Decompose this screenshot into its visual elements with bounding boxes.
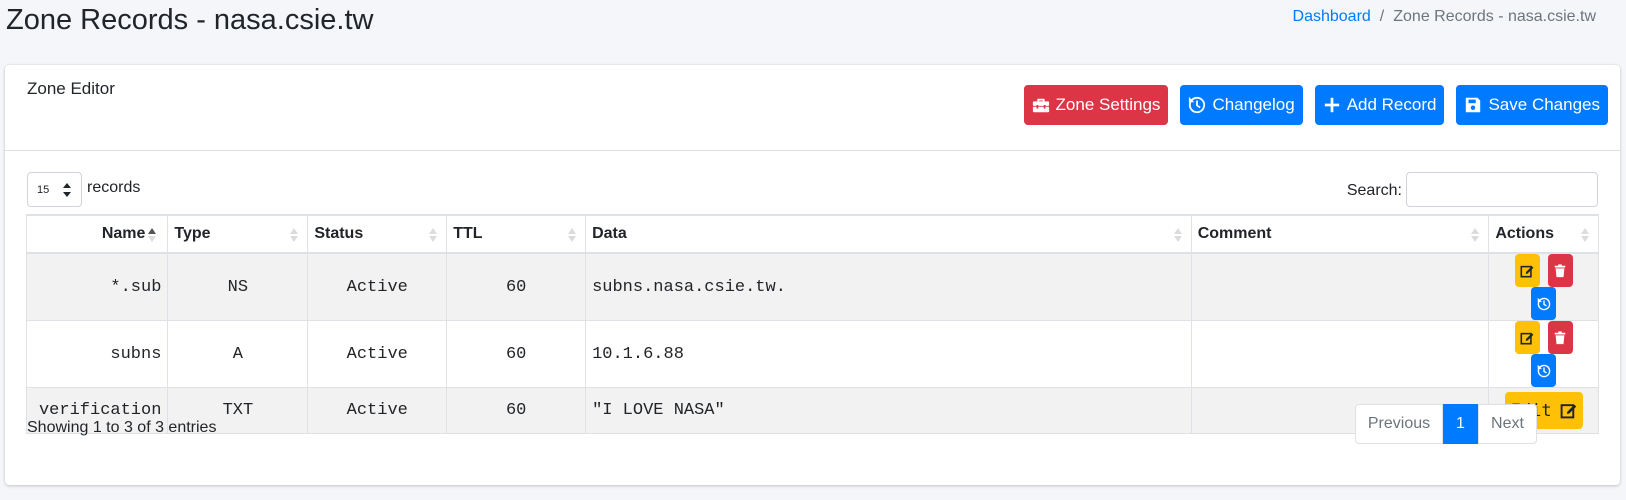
sort-icon (1173, 228, 1182, 242)
column-header-data[interactable]: Data (585, 214, 1192, 254)
history-icon (1189, 96, 1206, 114)
toolbox-icon (1032, 98, 1049, 113)
add-record-label: Add Record (1346, 95, 1437, 114)
sort-icon (1471, 228, 1480, 242)
cell-data: 10.1.6.88 (585, 320, 1192, 388)
cell-actions (1488, 252, 1599, 321)
table-row: subns A Active 60 10.1.6.88 (25, 320, 1599, 388)
column-header-name[interactable]: Name (25, 214, 169, 254)
table-controls: 15 records Search: (27, 172, 1598, 208)
history-icon (1537, 364, 1550, 377)
search-input[interactable] (1406, 172, 1598, 207)
cell-comment (1190, 320, 1490, 388)
search-label: Search: (1346, 182, 1402, 199)
cell-status: Active (307, 320, 448, 388)
page-length-label: records (87, 179, 141, 196)
delete-record-button[interactable] (1547, 321, 1573, 354)
select-arrows-icon (63, 183, 71, 197)
card-tools: Zone Settings Changelog Add Record Save … (1023, 85, 1608, 125)
page-length-select[interactable]: 15 (27, 172, 82, 207)
history-icon (1537, 297, 1550, 310)
plus-icon (1324, 97, 1339, 113)
trash-icon (1554, 330, 1566, 344)
cell-ttl: 60 (446, 320, 587, 388)
cell-data: "I LOVE NASA" (585, 387, 1192, 434)
changelog-button[interactable]: Changelog (1180, 85, 1303, 125)
save-changes-label: Save Changes (1488, 95, 1600, 114)
table-info: Showing 1 to 3 of 3 entries (27, 419, 217, 436)
record-history-button[interactable] (1531, 354, 1557, 387)
zone-settings-button[interactable]: Zone Settings (1023, 85, 1169, 125)
table-header-row: Name Type Status TTL Data Comment Action… (25, 214, 1599, 254)
edit-icon (1520, 265, 1534, 277)
cell-ttl: 60 (446, 252, 587, 321)
pagination: Previous 1 Next (1355, 404, 1537, 444)
sort-asc-icon (148, 228, 157, 242)
edit-icon (1520, 332, 1534, 344)
cell-type: NS (167, 252, 309, 321)
card-title: Zone Editor (27, 79, 115, 98)
cell-data: subns.nasa.csie.tw. (585, 252, 1192, 321)
edit-record-button[interactable] (1514, 254, 1540, 287)
breadcrumb-current: Zone Records - nasa.csie.tw (1393, 8, 1596, 25)
zone-settings-label: Zone Settings (1055, 95, 1161, 114)
column-header-ttl[interactable]: TTL (446, 214, 587, 254)
edit-icon (1560, 404, 1576, 419)
cell-comment (1190, 252, 1490, 321)
add-record-button[interactable]: Add Record (1314, 85, 1445, 125)
cell-status: Active (307, 387, 448, 434)
sort-icon (290, 228, 299, 242)
page-length-value: 15 (37, 183, 50, 196)
edit-record-button[interactable] (1514, 321, 1540, 354)
delete-record-button[interactable] (1547, 254, 1573, 287)
column-header-type[interactable]: Type (167, 214, 309, 254)
sort-icon (429, 228, 438, 242)
page-1-button[interactable]: 1 (1443, 404, 1478, 444)
changelog-label: Changelog (1212, 95, 1295, 114)
cell-ttl: 60 (446, 387, 587, 434)
cell-type: A (167, 320, 309, 388)
sort-icon (568, 228, 577, 242)
zone-editor-card: Zone Editor Zone Settings Changelog Add … (5, 65, 1620, 485)
column-header-actions[interactable]: Actions (1488, 214, 1599, 254)
breadcrumb: Dashboard / Zone Records - nasa.csie.tw (1293, 8, 1596, 26)
save-changes-button[interactable]: Save Changes (1456, 85, 1608, 125)
column-header-status[interactable]: Status (307, 214, 448, 254)
trash-icon (1554, 263, 1566, 277)
breadcrumb-dashboard-link[interactable]: Dashboard (1293, 8, 1371, 26)
breadcrumb-separator: / (1379, 8, 1385, 25)
table-row: *.sub NS Active 60 subns.nasa.csie.tw. (25, 252, 1599, 321)
cell-name: subns (25, 320, 169, 388)
save-icon (1466, 97, 1481, 113)
next-page-button[interactable]: Next (1478, 404, 1537, 444)
page-title: Zone Records - nasa.csie.tw (6, 4, 374, 36)
cell-actions (1488, 320, 1599, 388)
card-header: Zone Editor Zone Settings Changelog Add … (5, 65, 1620, 151)
record-history-button[interactable] (1531, 287, 1557, 320)
column-header-comment[interactable]: Comment (1190, 214, 1490, 254)
cell-status: Active (307, 252, 448, 321)
cell-name: *.sub (25, 252, 169, 321)
sort-icon (1581, 228, 1589, 242)
records-table: Name Type Status TTL Data Comment Action… (25, 214, 1599, 434)
previous-page-button[interactable]: Previous (1355, 404, 1443, 444)
